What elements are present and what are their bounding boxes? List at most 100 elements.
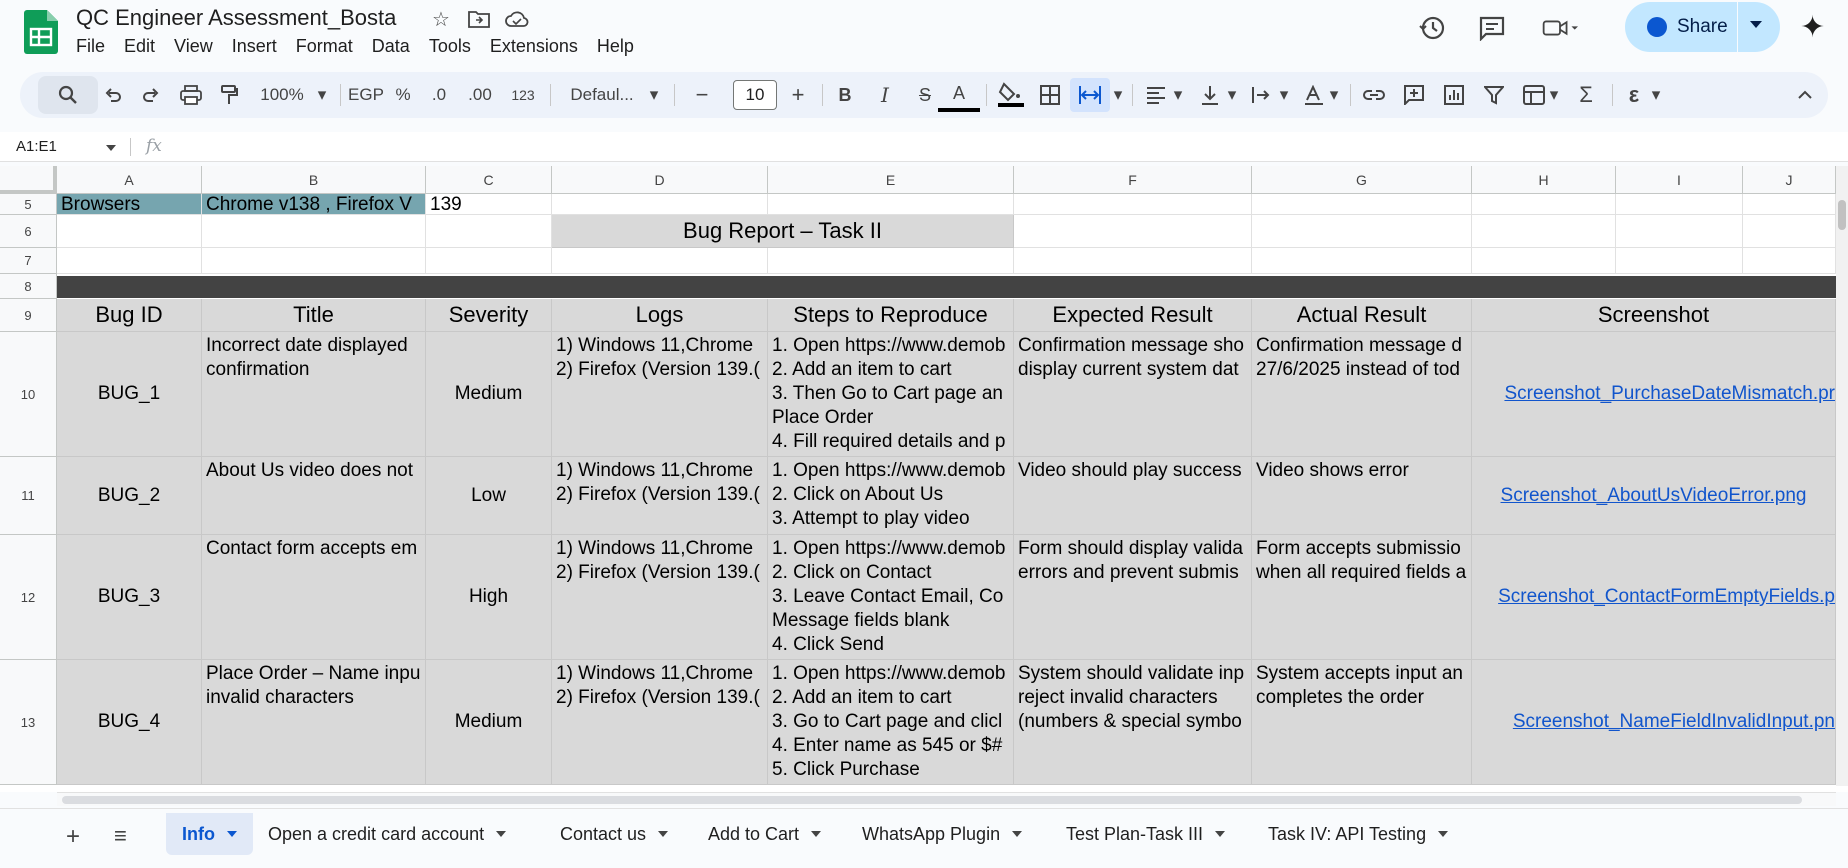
tab-add-to-cart-chevron-down-icon[interactable]	[811, 831, 822, 837]
cell-e5[interactable]	[768, 194, 1014, 215]
cell-h7[interactable]	[1472, 248, 1616, 274]
font-chevron-down-icon[interactable]: ▾	[644, 72, 664, 118]
undo-icon[interactable]	[96, 72, 130, 118]
tab-test-plan-task-iii[interactable]: Test Plan-Task III	[1066, 813, 1226, 855]
menu-format[interactable]: Format	[296, 34, 364, 59]
header-actual[interactable]: Actual Result	[1252, 299, 1472, 332]
cell-g7[interactable]	[1252, 248, 1472, 274]
row-header-5[interactable]: 5	[0, 194, 57, 215]
cell-g5[interactable]	[1252, 194, 1472, 215]
gemini-sparkle-icon[interactable]: ✦	[1800, 10, 1825, 45]
text-color-button[interactable]: A	[938, 78, 980, 112]
decrease-decimal-button[interactable]: .0	[422, 72, 456, 118]
bug-2-severity[interactable]: Low	[426, 457, 552, 535]
bug-3-screenshot-link[interactable]: Screenshot_ContactFormEmptyFields.p	[1472, 535, 1836, 660]
cell-c6[interactable]	[426, 215, 552, 248]
comments-icon[interactable]	[1474, 10, 1510, 46]
cell-i5[interactable]	[1616, 194, 1743, 215]
tab-contact-us[interactable]: Contact us	[560, 813, 669, 855]
align-chevron-down-icon[interactable]: ▾	[1170, 72, 1186, 118]
cell-i7[interactable]	[1616, 248, 1743, 274]
sheets-logo-icon[interactable]	[24, 10, 58, 54]
menu-tools[interactable]: Tools	[429, 34, 482, 59]
bug-2-actual[interactable]: Video shows error	[1252, 457, 1472, 535]
document-title[interactable]: QC Engineer Assessment_Bosta	[76, 5, 396, 31]
menu-insert[interactable]: Insert	[232, 34, 288, 59]
merge-cells-icon[interactable]	[1070, 78, 1110, 112]
search-icon[interactable]	[46, 72, 90, 118]
cell-d7[interactable]	[552, 248, 768, 274]
merge-chevron-down-icon[interactable]: ▾	[1110, 72, 1126, 118]
cell-a7[interactable]	[57, 248, 202, 274]
vertical-scrollbar-thumb[interactable]	[1838, 200, 1846, 230]
currency-format-button[interactable]: EGP	[346, 72, 386, 118]
bug-3-expected[interactable]: Form should display valida errors and pr…	[1014, 535, 1252, 660]
menu-help[interactable]: Help	[597, 34, 645, 59]
column-header-a[interactable]: A	[57, 166, 202, 194]
insert-link-icon[interactable]	[1354, 72, 1394, 118]
cell-h6[interactable]	[1472, 215, 1616, 248]
cell-f6[interactable]	[1014, 215, 1252, 248]
bug-1-steps[interactable]: 1. Open https://www.demob 2. Add an item…	[768, 332, 1014, 457]
vertical-scrollbar[interactable]	[1836, 166, 1848, 786]
add-sheet-plus-icon[interactable]: +	[66, 823, 80, 851]
cell-b5[interactable]: Chrome v138 , Firefox V	[202, 194, 426, 215]
bug-3-id[interactable]: BUG_3	[57, 535, 202, 660]
column-header-j[interactable]: J	[1743, 166, 1836, 194]
bug-3-title[interactable]: Contact form accepts em	[202, 535, 426, 660]
bug-4-expected[interactable]: System should validate inp reject invali…	[1014, 660, 1252, 785]
tab-open-credit-card-account-chevron-down-icon[interactable]	[496, 831, 507, 837]
header-bug-id[interactable]: Bug ID	[57, 299, 202, 332]
cell-f5[interactable]	[1014, 194, 1252, 215]
menu-edit[interactable]: Edit	[124, 34, 166, 59]
percent-format-button[interactable]: %	[388, 72, 418, 118]
more-formats-button[interactable]: 123	[504, 72, 542, 118]
bug-1-severity[interactable]: Medium	[426, 332, 552, 457]
name-box[interactable]: A1:E1	[16, 138, 57, 155]
font-size-input[interactable]: 10	[733, 80, 777, 110]
bug-3-actual[interactable]: Form accepts submissio when all required…	[1252, 535, 1472, 660]
zoom-select[interactable]: 100%	[252, 72, 312, 118]
column-header-b[interactable]: B	[202, 166, 426, 194]
rotation-chevron-down-icon[interactable]: ▾	[1326, 72, 1342, 118]
increase-decimal-button[interactable]: .00	[460, 72, 500, 118]
increase-font-size-button[interactable]: +	[780, 72, 816, 118]
tab-info-chevron-down-icon[interactable]	[227, 831, 237, 837]
version-history-icon[interactable]	[1414, 10, 1450, 46]
filter-icon[interactable]	[1474, 72, 1514, 118]
column-header-e[interactable]: E	[768, 166, 1014, 194]
row-header-13[interactable]: 13	[0, 660, 57, 785]
bold-button[interactable]: B	[826, 72, 864, 118]
column-header-c[interactable]: C	[426, 166, 552, 194]
bug-1-title[interactable]: Incorrect date displayed confirmation	[202, 332, 426, 457]
row-header-7[interactable]: 7	[0, 248, 57, 274]
cell-h5[interactable]	[1472, 194, 1616, 215]
cell-e7[interactable]	[768, 248, 1014, 274]
font-family-select[interactable]: Defaul...	[560, 72, 644, 118]
tab-add-to-cart[interactable]: Add to Cart	[708, 813, 822, 855]
zoom-chevron-down-icon[interactable]: ▾	[312, 72, 332, 118]
section-divider-band[interactable]	[57, 276, 1836, 298]
bug-1-id[interactable]: BUG_1	[57, 332, 202, 457]
column-header-d[interactable]: D	[552, 166, 768, 194]
header-logs[interactable]: Logs	[552, 299, 768, 332]
bug-2-title[interactable]: About Us video does not	[202, 457, 426, 535]
fill-color-icon[interactable]	[990, 72, 1032, 118]
row-header-12[interactable]: 12	[0, 535, 57, 660]
row-header-6[interactable]: 6	[0, 215, 57, 248]
bug-1-logs[interactable]: 1) Windows 11,Chrome 2) Firefox (Version…	[552, 332, 768, 457]
menu-view[interactable]: View	[174, 34, 224, 59]
bug-4-steps[interactable]: 1. Open https://www.demob 2. Add an item…	[768, 660, 1014, 785]
header-severity[interactable]: Severity	[426, 299, 552, 332]
bug-4-title[interactable]: Place Order – Name inpu invalid characte…	[202, 660, 426, 785]
tab-open-credit-card-account[interactable]: Open a credit card account	[268, 813, 507, 855]
bug-1-expected[interactable]: Confirmation message sho display current…	[1014, 332, 1252, 457]
bug-2-screenshot-link[interactable]: Screenshot_AboutUsVideoError.png	[1472, 457, 1836, 535]
meet-video-icon[interactable]	[1542, 10, 1578, 46]
column-header-g[interactable]: G	[1252, 166, 1472, 194]
column-header-f[interactable]: F	[1014, 166, 1252, 194]
insert-comment-icon[interactable]	[1394, 72, 1434, 118]
header-expected[interactable]: Expected Result	[1014, 299, 1252, 332]
bug-1-actual[interactable]: Confirmation message d 27/6/2025 instead…	[1252, 332, 1472, 457]
column-header-h[interactable]: H	[1472, 166, 1616, 194]
